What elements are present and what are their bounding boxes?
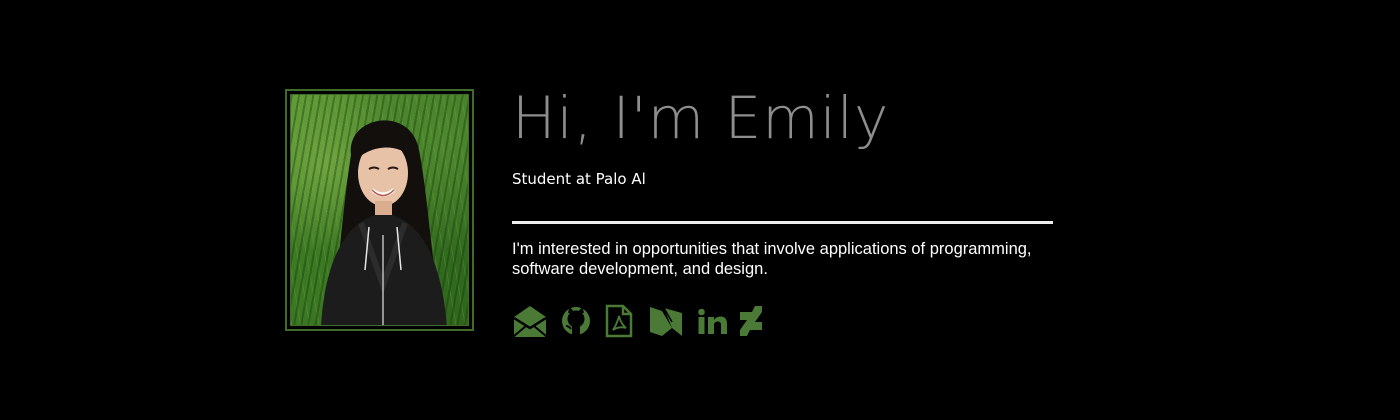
portrait-figure xyxy=(321,120,447,325)
profile-photo-frame xyxy=(285,89,474,331)
page-title: Hi, I'm Emily xyxy=(512,84,890,152)
profile-photo xyxy=(290,94,469,326)
intro-section: Hi, I'm Emily Student at Palo Al I'm int… xyxy=(0,0,1400,420)
divider xyxy=(512,221,1053,224)
deviantart-link[interactable] xyxy=(738,304,774,338)
social-links xyxy=(512,304,774,338)
linkedin-icon xyxy=(698,308,727,334)
medium-icon xyxy=(650,307,682,336)
github-icon xyxy=(562,307,590,335)
envelope-open-icon xyxy=(513,306,547,337)
github-link[interactable] xyxy=(560,304,604,338)
email-link[interactable] xyxy=(512,304,560,338)
deviantart-icon xyxy=(740,306,762,336)
bio-text: I'm interested in opportunities that inv… xyxy=(512,240,1032,278)
resume-link[interactable] xyxy=(604,304,648,338)
pdf-file-icon xyxy=(605,304,633,338)
linkedin-link[interactable] xyxy=(696,304,738,338)
medium-link[interactable] xyxy=(648,304,696,338)
subtitle: Student at Palo Al xyxy=(512,170,646,188)
